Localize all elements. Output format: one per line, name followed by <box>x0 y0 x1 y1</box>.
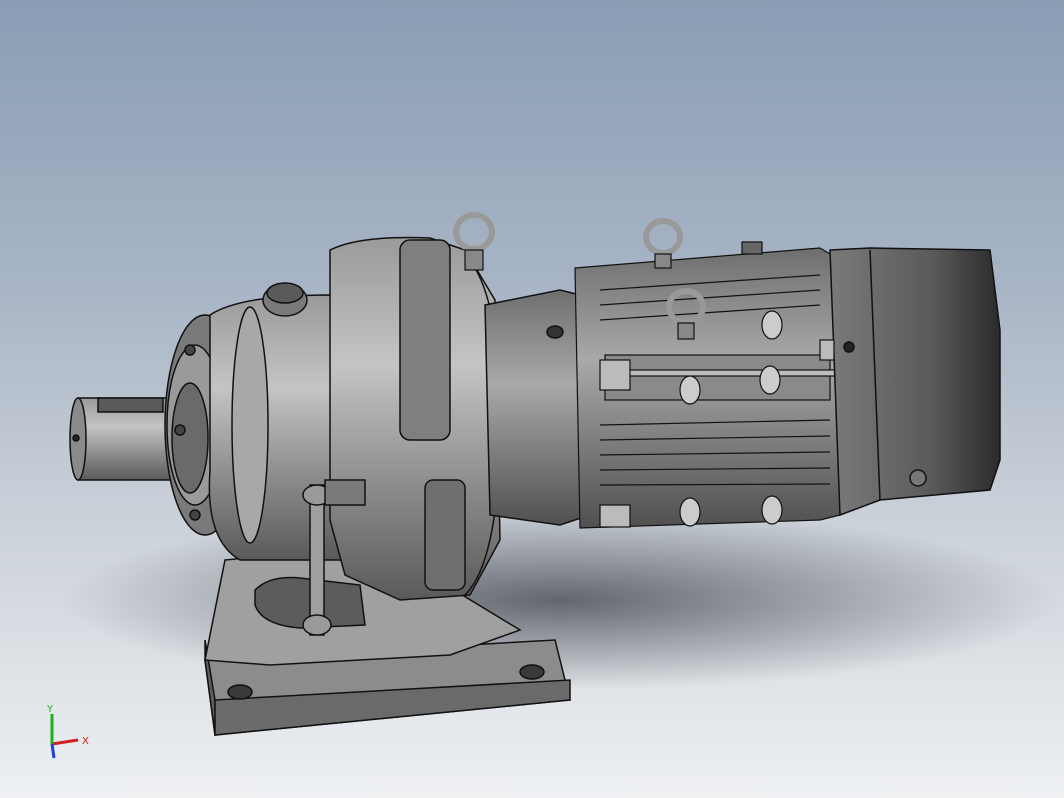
x-axis-label: X <box>82 736 89 747</box>
x-axis-arrow <box>51 738 79 746</box>
coordinate-triad: X Y <box>38 700 108 770</box>
graphics-viewport[interactable]: X Y <box>0 0 1064 798</box>
cycloid-ring-housing <box>329 236 501 601</box>
output-shaft <box>69 397 179 481</box>
motor-end-cap <box>829 247 1001 517</box>
y-axis-label: Y <box>46 704 54 715</box>
z-axis-arrow <box>50 743 56 759</box>
3d-model-view[interactable] <box>0 0 1064 798</box>
